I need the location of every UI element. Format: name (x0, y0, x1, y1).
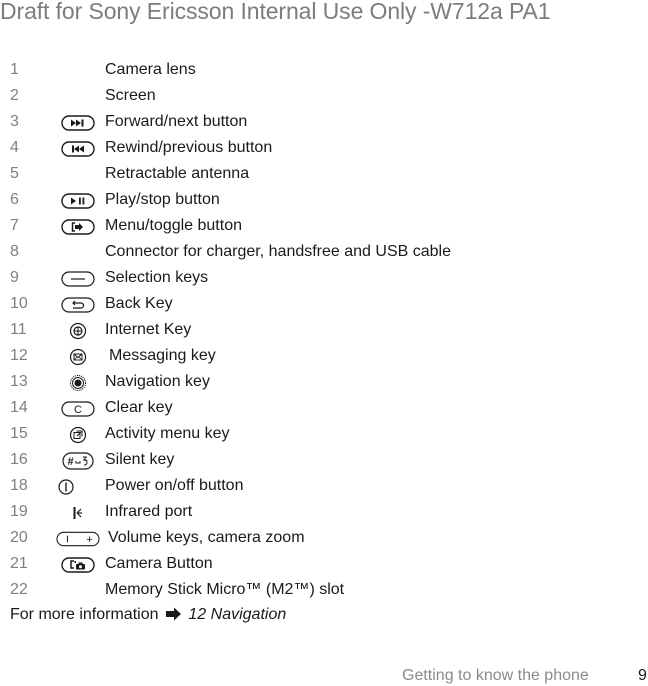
item-label: Power on/off button (105, 477, 244, 494)
item-label: Retractable antenna (105, 165, 250, 182)
list-item: 12 Messaging key (0, 345, 648, 371)
list-item: 2 Screen (0, 85, 648, 111)
list-item: 4 Rewind/previous button (0, 137, 648, 163)
item-number: 12 (10, 347, 28, 364)
volume-plus-glyph: + (86, 534, 93, 546)
list-item: 19 Infrared port (0, 501, 648, 527)
infrared-port-icon (56, 504, 100, 522)
silent-key-icon: # (56, 452, 100, 470)
item-number: 9 (10, 269, 19, 286)
item-label: Silent key (105, 451, 175, 468)
list-item: 1 Camera lens (0, 59, 648, 85)
item-label: Internet Key (105, 321, 192, 338)
item-label: Memory Stick Micro™ (M2™) slot (105, 581, 345, 598)
list-item: 20 + Volume keys, camera zoom (0, 527, 648, 553)
selection-key-icon (56, 270, 100, 288)
silent-key-hash: # (67, 456, 73, 468)
item-label: Back Key (105, 295, 173, 312)
item-number: 20 (10, 529, 28, 546)
activity-menu-key-icon (56, 426, 100, 444)
list-item: 13 Navigation key (0, 371, 648, 397)
item-label: Play/stop button (105, 191, 220, 208)
draft-notice: Draft for Sony Ericsson Internal Use Onl… (0, 0, 551, 24)
item-label: Menu/toggle button (105, 217, 242, 234)
list-item: 18 Power on/off button (0, 475, 648, 501)
item-label: Rewind/previous button (105, 139, 273, 156)
item-number: 19 (10, 503, 28, 520)
item-label: Camera Button (105, 555, 213, 572)
item-number: 21 (10, 555, 28, 572)
item-number: 7 (10, 217, 19, 234)
list-item: 14 C Clear key (0, 397, 648, 423)
more-info-line: For more information 12 Navigation (10, 606, 286, 624)
list-item: 3 Forward/next button (0, 111, 648, 137)
clear-key-glyph: C (74, 404, 82, 416)
power-icon (56, 478, 101, 496)
play-pause-icon (56, 192, 100, 210)
item-number: 10 (10, 295, 28, 312)
item-number: 11 (10, 321, 27, 338)
item-number: 18 (10, 477, 28, 494)
item-label: Volume keys, camera zoom (108, 529, 305, 546)
rewind-previous-icon (56, 140, 100, 158)
parts-list: 1 Camera lens 2 Screen 3 Forward/next bu… (0, 59, 648, 605)
messaging-key-icon (56, 348, 100, 366)
item-number: 15 (10, 425, 28, 442)
item-number: 22 (10, 581, 28, 598)
item-label: Screen (105, 87, 156, 104)
volume-keys-icon: + (56, 530, 100, 548)
footer-section-title: Getting to know the phone (402, 667, 589, 684)
camera-button-icon (56, 556, 100, 574)
list-item: 11 Internet Key (0, 319, 648, 345)
item-number: 13 (10, 373, 28, 390)
item-label: Selection keys (105, 269, 209, 286)
item-number: 5 (10, 165, 19, 182)
item-number: 1 (10, 61, 19, 78)
internet-key-icon (56, 322, 100, 340)
navigation-reference-link[interactable]: 12 Navigation (188, 606, 286, 623)
item-label: Infrared port (105, 503, 193, 520)
item-number: 16 (10, 451, 28, 468)
right-arrow-icon (165, 607, 182, 621)
list-item: 21 Camera Button (0, 553, 648, 579)
item-label: Activity menu key (105, 425, 230, 442)
item-number: 8 (10, 243, 19, 260)
page-number: 9 (638, 667, 647, 684)
navigation-key-icon (56, 374, 100, 392)
item-label: Forward/next button (105, 113, 248, 130)
list-item: 5 Retractable antenna (0, 163, 648, 189)
list-item: 16 # Silent key (0, 449, 648, 475)
list-item: 15 Activity menu key (0, 423, 648, 449)
list-item: 22 Memory Stick Micro™ (M2™) slot (0, 579, 648, 605)
item-label: Camera lens (105, 61, 196, 78)
list-item: 6 Play/stop button (0, 189, 648, 215)
list-item: 10 Back Key (0, 293, 648, 319)
back-key-icon (56, 296, 100, 314)
item-number: 4 (10, 139, 19, 156)
item-number: 14 (10, 399, 28, 416)
item-number: 3 (10, 113, 19, 130)
item-label: Connector for charger, handsfree and USB… (105, 243, 451, 260)
list-item: 9 Selection keys (0, 267, 648, 293)
item-label: Navigation key (105, 373, 210, 390)
item-number: 2 (10, 87, 19, 104)
forward-next-icon (56, 114, 100, 132)
item-label: Clear key (105, 399, 173, 416)
clear-key-icon: C (56, 400, 100, 418)
item-label: Messaging key (109, 347, 216, 364)
list-item: 7 Menu/toggle button (0, 215, 648, 241)
menu-toggle-icon (56, 218, 100, 236)
more-info-prefix: For more information (10, 606, 159, 623)
item-number: 6 (10, 191, 19, 208)
list-item: 8 Connector for charger, handsfree and U… (0, 241, 648, 267)
